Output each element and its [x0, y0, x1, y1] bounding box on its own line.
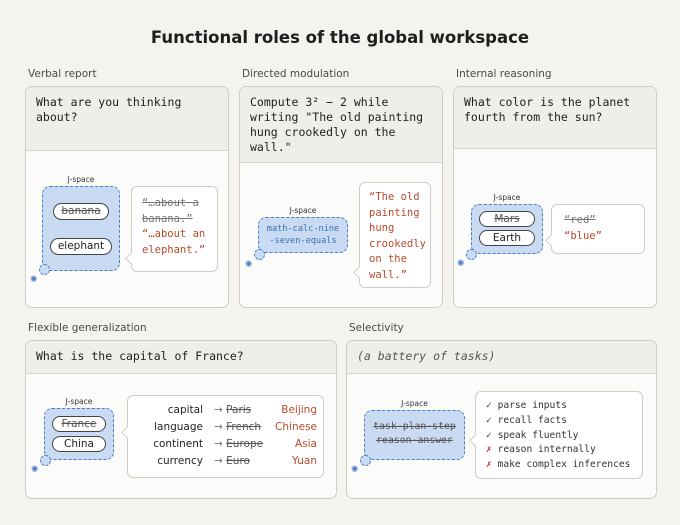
gear-icon: ✺ — [31, 465, 39, 475]
fact-old: Paris — [226, 404, 252, 416]
jspace-task-1: task-plan-step — [373, 421, 456, 432]
jspace-task-2: reason-answer — [376, 435, 453, 446]
fact-key: language — [154, 421, 203, 433]
jspace-word-china: China — [52, 436, 106, 452]
arrow-right-icon: → — [214, 421, 223, 433]
fact-old: Europe — [226, 438, 264, 450]
task-item: ✗ make complex inferences — [486, 458, 630, 473]
response-bubble-generalization: capital → Paris Beijing language → Frenc… — [121, 395, 324, 478]
jspace-box-modulation: math-calc-nine -seven-equals — [258, 217, 348, 253]
jspace-word-france: France — [52, 416, 106, 432]
response-bubble-selectivity: ✓ parse inputs ✓ recall facts ✓ speak fl… — [469, 391, 643, 479]
fact-new: Yuan — [292, 455, 317, 467]
fact-old: French — [226, 421, 262, 433]
task-item: ✗ reason internally — [486, 443, 630, 458]
page-title: Functional roles of the global workspace — [150, 28, 530, 47]
fact-old: Euro — [226, 455, 250, 467]
jspace-label: J-space — [401, 399, 428, 408]
label-verbal-report: Verbal report — [28, 68, 97, 80]
fact-key: continent — [153, 438, 203, 450]
jspace-label: J-space — [493, 193, 521, 202]
response-line-elephant: “…about an elephant.” — [142, 228, 206, 256]
task-text: make complex inferences — [497, 459, 631, 471]
response-line-red: “red” — [564, 214, 596, 226]
label-selectivity: Selectivity — [349, 322, 404, 334]
arrow-right-icon: → — [214, 455, 223, 467]
jspace-label: J-space — [289, 206, 317, 215]
prompt-selectivity: (a battery of tasks) — [347, 341, 656, 374]
task-text: reason internally — [497, 444, 596, 456]
thought-blob — [40, 455, 51, 466]
prompt-internal-reasoning: What color is the planet fourth from the… — [454, 87, 656, 149]
task-text: parse inputs — [497, 400, 567, 411]
check-icon: ✓ — [486, 400, 492, 411]
jspace-box-verbal: banana elephant — [42, 186, 120, 271]
check-icon: ✓ — [486, 414, 492, 426]
jspace-box-selectivity: task-plan-step reason-answer — [364, 410, 465, 460]
fact-key: capital — [167, 404, 203, 416]
response-bubble-modulation: “The old painting hung crookedly on the … — [353, 182, 431, 288]
task-item: ✓ parse inputs — [486, 399, 630, 414]
jspace-word-elephant: elephant — [50, 238, 112, 255]
response-line-banana: “…about a banana.” — [142, 197, 199, 225]
label-flexible-generalization: Flexible generalization — [28, 322, 147, 334]
gear-icon: ✺ — [30, 275, 38, 285]
prompt-verbal-report: What are you thinking about? — [26, 87, 228, 151]
thought-blob — [360, 455, 371, 466]
label-directed-modulation: Directed modulation — [242, 68, 350, 80]
thought-blob — [254, 249, 265, 260]
arrow-right-icon: → — [214, 404, 223, 416]
fact-new: Chinese — [275, 421, 317, 433]
check-icon: ✓ — [486, 429, 492, 441]
jspace-code-line-1: math-calc-nine — [266, 224, 340, 234]
cross-icon: ✗ — [486, 444, 492, 456]
task-item: ✓ speak fluently — [486, 429, 630, 444]
gear-icon: ✺ — [457, 259, 465, 269]
arrow-right-icon: → — [214, 438, 223, 450]
jspace-box-generalization: France China — [44, 408, 114, 460]
jspace-word-earth: Earth — [479, 230, 535, 246]
response-painting: “The old painting hung crookedly on the … — [369, 191, 426, 281]
task-text: recall facts — [497, 414, 567, 426]
fact-new: Asia — [294, 438, 317, 450]
task-item: ✓ recall facts — [486, 414, 630, 429]
label-internal-reasoning: Internal reasoning — [456, 68, 552, 80]
jspace-label: J-space — [65, 397, 93, 406]
thought-blob — [466, 249, 477, 260]
thought-blob — [39, 264, 50, 275]
prompt-directed-modulation: Compute 3² − 2 while writing "The old pa… — [240, 87, 442, 163]
fact-new: Beijing — [281, 404, 317, 416]
jspace-word-mars: Mars — [479, 211, 535, 227]
jspace-code-line-2: -seven-equals — [269, 236, 337, 246]
gear-icon: ✺ — [351, 465, 359, 475]
task-text: speak fluently — [497, 429, 579, 441]
response-line-blue: “blue” — [564, 229, 602, 242]
cross-icon: ✗ — [486, 459, 492, 471]
gear-icon: ✺ — [245, 260, 253, 270]
jspace-box-reasoning: Mars Earth — [471, 204, 543, 254]
prompt-flexible-generalization: What is the capital of France? — [26, 341, 336, 374]
fact-key: currency — [157, 455, 203, 467]
response-bubble-verbal: “…about a banana.” “…about an elephant.” — [125, 186, 218, 272]
jspace-word-banana: banana — [53, 203, 109, 220]
response-bubble-reasoning: “red” “blue” — [545, 204, 645, 254]
jspace-label: J-space — [67, 175, 95, 184]
